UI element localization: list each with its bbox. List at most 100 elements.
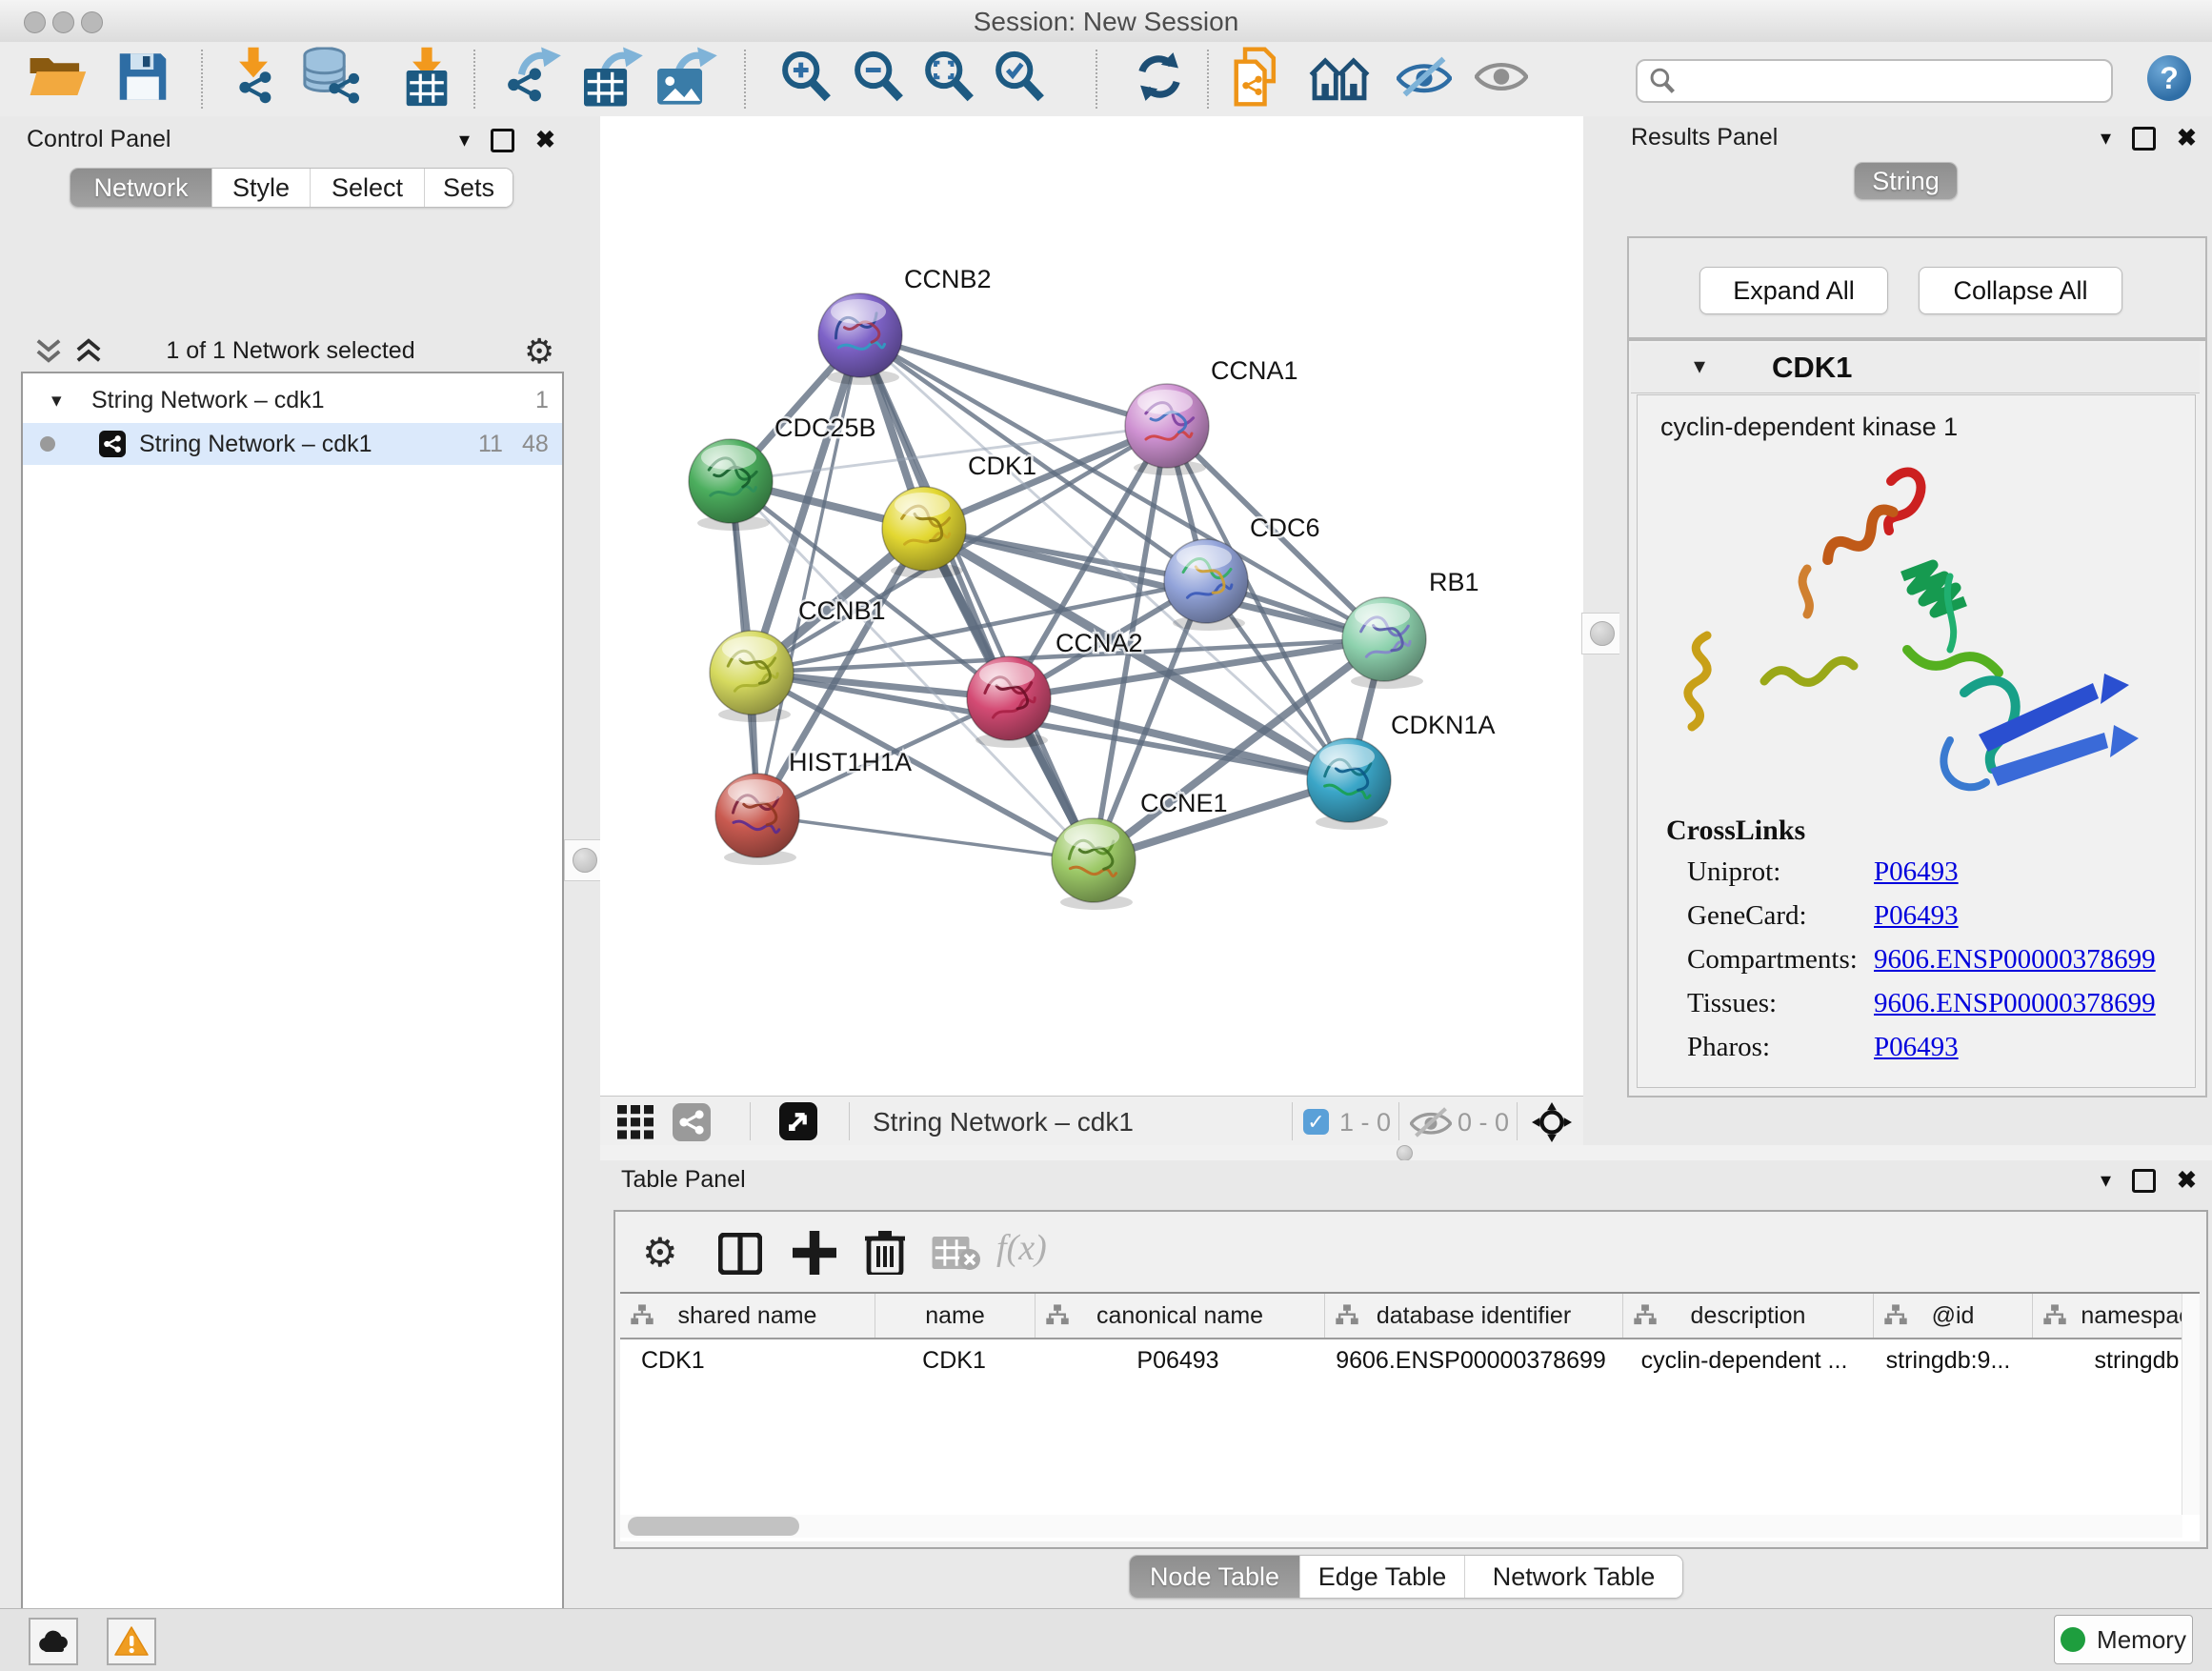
table-cell[interactable]: cyclin-dependent ... [1619,1339,1869,1381]
fit-crosshair-icon[interactable] [1532,1102,1572,1142]
search-field[interactable] [1683,63,2097,97]
tab-string[interactable]: String [1855,163,1957,199]
crosslink-link[interactable]: 9606.ENSP00000378699 [1874,944,2156,976]
delete-column-icon[interactable] [865,1229,905,1275]
column-header[interactable]: namespace [2033,1294,2200,1338]
panel-close-icon[interactable]: ✖ [535,126,555,154]
tab-sets[interactable]: Sets [424,169,513,207]
network-collection-row[interactable]: ▾ String Network – cdk1 1 [23,379,562,421]
network-edge[interactable] [757,815,1094,860]
export-image-icon[interactable] [657,48,718,111]
panel-float-icon[interactable] [2132,127,2156,151]
column-header[interactable]: description [1623,1294,1874,1338]
network-canvas[interactable]: CCNB2CCNA1CDC25BCDK1CDC6RB1CCNB1CCNA2CDK… [600,116,1583,1096]
section-collapse-icon[interactable]: ▾ [1694,352,1705,380]
crosslink-link[interactable]: P06493 [1874,856,1959,888]
network-node-ccnb1[interactable]: CCNB1 [710,596,886,722]
column-header[interactable]: @id [1874,1294,2033,1338]
table-cell[interactable]: CDK1 [620,1339,875,1381]
network-edge[interactable] [860,335,1094,860]
horizontal-scrollbar[interactable] [620,1515,2182,1538]
open-file-icon[interactable] [27,51,88,108]
network-edge[interactable] [860,335,1167,426]
expand-all-button[interactable]: Expand All [1699,267,1888,314]
network-view-share-icon[interactable] [673,1103,711,1141]
selected-checkbox-icon[interactable]: ✓ [1303,1109,1329,1135]
table-cell[interactable]: P06493 [1034,1339,1322,1381]
export-network-icon[interactable] [503,48,562,111]
show-all-icon[interactable] [1475,57,1528,102]
panel-close-icon[interactable]: ✖ [2177,124,2197,152]
network-node-rb1[interactable]: RB1 [1342,568,1479,689]
panel-menu-icon[interactable]: ▾ [2101,1168,2111,1193]
tab-network-table[interactable]: Network Table [1464,1556,1682,1598]
tab-network[interactable]: Network [70,169,211,207]
panel-menu-icon[interactable]: ▾ [2101,126,2111,151]
network-edge[interactable] [757,335,860,815]
memory-button[interactable]: Memory [2054,1615,2193,1664]
network-node-hist1h1a[interactable]: HIST1H1A [715,748,912,865]
table-options-gear-icon[interactable]: ⚙ [642,1229,678,1276]
column-header[interactable]: canonical name [1036,1294,1325,1338]
network-node-cdkn1a[interactable]: CDKN1A [1307,711,1496,830]
import-network-icon[interactable] [227,48,280,111]
table-cell[interactable]: stringdb [2027,1339,2200,1381]
network-row-selected[interactable]: String Network – cdk1 11 48 [23,423,562,465]
zoom-out-icon[interactable] [852,50,905,109]
show-columns-icon[interactable] [718,1233,762,1275]
crosslink-link[interactable]: P06493 [1874,900,1959,932]
hidden-eye-slash-icon[interactable] [1410,1107,1452,1137]
panel-menu-icon[interactable]: ▾ [459,128,470,152]
column-header[interactable]: name [875,1294,1036,1338]
crosslink-label: Tissues: [1687,988,1777,1019]
grid-view-icon[interactable] [617,1105,663,1139]
cloud-status-button[interactable] [29,1618,78,1665]
export-table-icon[interactable] [583,48,644,111]
zoom-in-icon[interactable] [779,50,833,109]
right-splitter[interactable] [1583,116,1619,1145]
collapse-all-button[interactable]: Collapse All [1919,267,2122,314]
tab-style[interactable]: Style [211,169,310,207]
save-session-icon[interactable] [116,50,170,109]
crosslink-link[interactable]: P06493 [1874,1032,1959,1063]
import-network-from-database-icon[interactable] [301,48,364,111]
table-cell[interactable]: stringdb:9... [1869,1339,2027,1381]
crosslink-link[interactable]: 9606.ENSP00000378699 [1874,988,2156,1019]
copy-network-icon[interactable] [1233,48,1284,111]
add-column-icon[interactable] [793,1231,836,1275]
vertical-scrollbar[interactable] [2182,1294,2200,1515]
panel-float-icon[interactable] [491,129,514,152]
network-graph[interactable]: CCNB2CCNA1CDC25BCDK1CDC6RB1CCNB1CCNA2CDK… [600,116,1583,1096]
panel-float-icon[interactable] [2132,1169,2156,1193]
tab-node-table[interactable]: Node Table [1130,1556,1299,1598]
zoom-fit-icon[interactable] [922,50,975,109]
tab-select[interactable]: Select [310,169,424,207]
left-splitter[interactable] [564,116,600,1608]
delete-table-icon[interactable] [932,1237,981,1271]
hide-selected-icon[interactable] [1397,56,1452,103]
search-input[interactable] [1636,59,2113,103]
column-header[interactable]: database identifier [1325,1294,1623,1338]
tree-expand-icon[interactable]: ▾ [51,389,62,413]
network-options-gear-icon[interactable]: ⚙ [524,332,554,372]
birdseye-view-icon[interactable] [779,1102,817,1140]
table-cell[interactable]: 9606.ENSP00000378699 [1322,1339,1619,1381]
horizontal-splitter-handle[interactable] [1397,1145,1413,1161]
column-header[interactable]: shared name [620,1294,875,1338]
scrollbar-thumb[interactable] [628,1517,799,1536]
horizontal-splitter[interactable] [600,1145,2212,1160]
network-edge[interactable] [860,335,1384,639]
right-splitter-handle[interactable] [1581,613,1623,654]
zoom-selected-icon[interactable] [993,50,1046,109]
help-button[interactable]: ? [2147,55,2191,101]
import-table-icon[interactable] [400,48,453,111]
network-node-ccna1[interactable]: CCNA1 [1125,356,1298,475]
gene-section-header[interactable]: ▾ CDK1 [1631,343,2200,393]
refresh-icon[interactable] [1132,50,1187,110]
table-cell[interactable]: CDK1 [875,1339,1034,1381]
warning-status-button[interactable] [107,1618,156,1665]
table-row[interactable]: CDK1CDK1P064939606.ENSP00000378699cyclin… [620,1339,2200,1381]
first-neighbors-icon[interactable] [1307,52,1372,107]
panel-close-icon[interactable]: ✖ [2177,1166,2197,1195]
tab-edge-table[interactable]: Edge Table [1299,1556,1464,1598]
